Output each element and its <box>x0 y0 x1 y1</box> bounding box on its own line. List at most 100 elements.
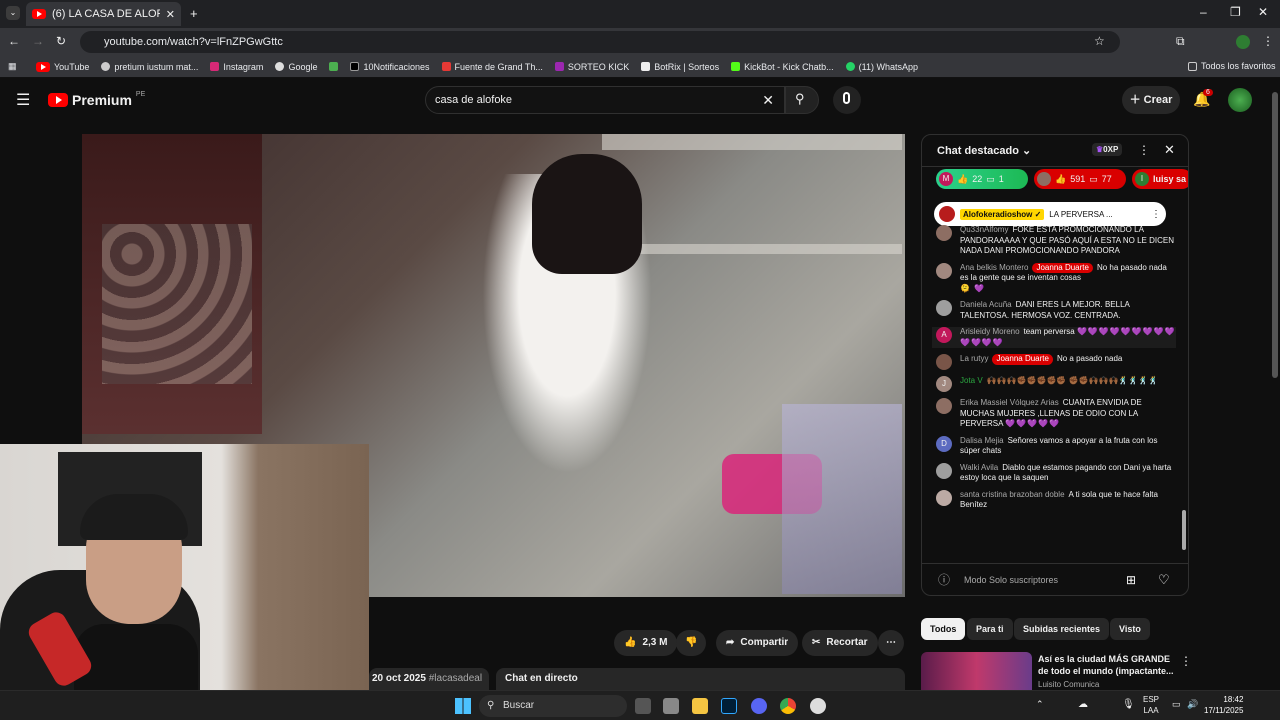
live-chat-replay[interactable]: Chat en directo <box>496 668 905 690</box>
bookmark-google[interactable]: Google <box>275 62 317 72</box>
chat-more-icon[interactable]: ⋮ <box>1138 143 1150 157</box>
window-close-icon[interactable]: ✕ <box>1258 5 1268 19</box>
chat-message[interactable]: Daniela Acuña DANI ERES LA MEJOR. BELLA T… <box>936 300 1176 321</box>
page-scrollbar[interactable] <box>1272 92 1278 378</box>
task-view-icon[interactable] <box>635 698 651 714</box>
chat-message[interactable]: santa cristina brazoban doble A ti sola q… <box>936 489 1176 511</box>
filter-chip-watched[interactable]: Visto <box>1110 618 1150 640</box>
plus-icon: ＋ <box>1129 94 1144 106</box>
chat-message[interactable]: D Dalisa Mejia Señores vamos a apoyar a la… <box>936 435 1176 457</box>
restore-icon[interactable]: ❐ <box>1230 5 1241 19</box>
photoshop-icon[interactable] <box>721 698 737 714</box>
xp-badge[interactable]: ♛0XP <box>1092 143 1123 156</box>
reload-icon[interactable]: ↻ <box>56 34 66 48</box>
chat-mode-dropdown[interactable]: Chat destacado ⌄ <box>937 144 1031 157</box>
volume-icon[interactable]: 🔊 <box>1187 699 1198 710</box>
apps-icon[interactable]: ▦ <box>8 61 17 72</box>
search-input[interactable]: casa de alofoke ✕ <box>425 86 785 114</box>
chat-scrollbar[interactable] <box>1182 510 1186 550</box>
chat-message[interactable]: J Jota V 🙌🏾🙌🏾🙌🏾✊🏾✊🏾✊🏾✊🏾✊🏾 ✊🏾✊🏾🙌🏾🙌🏾🙌🏾🕺🕺🕺🕺 <box>936 376 1176 392</box>
bookmark-pretium[interactable]: pretium iustum mat... <box>101 62 198 72</box>
bookmark-pinwheel[interactable] <box>329 62 339 71</box>
system-clock[interactable]: 18:42 17/11/2025 <box>1204 694 1243 716</box>
reply-badge[interactable]: Joanna Duarte <box>992 354 1053 365</box>
file-explorer-icon[interactable] <box>692 698 708 714</box>
chat-message-hovered[interactable]: A Arisleidy Moreno team perversa 💜💜💜💜💜💜💜💜💜… <box>932 327 1176 348</box>
discord-icon[interactable] <box>751 698 767 714</box>
recommendation-channel[interactable]: Luisito Comunica <box>1038 680 1099 689</box>
chrome-icon[interactable] <box>780 698 796 714</box>
share-button[interactable]: ➦ Compartir <box>716 630 799 656</box>
recommendation-title[interactable]: Así es la ciudad MÁS GRANDE de todo el m… <box>1038 653 1178 677</box>
taskbar-search[interactable]: ⚲ Buscar <box>479 695 627 717</box>
chat-message[interactable]: Qu33nAlfomy FOKE ESTA PROMOCIONANDO LA PA… <box>936 225 1176 257</box>
account-avatar[interactable] <box>1228 88 1252 112</box>
address-bar[interactable]: youtube.com/watch?v=lFnZPGwGttc <box>80 31 1120 53</box>
super-chat-icon[interactable]: ⊞ <box>1126 564 1136 595</box>
bookmark-whatsapp[interactable]: (11) WhatsApp <box>845 62 918 72</box>
network-icon[interactable]: ▭ <box>1172 699 1181 710</box>
browser-tab[interactable]: (6) LA CASA DE ALOFOKE 2 ✕ <box>26 2 181 26</box>
reply-badge[interactable]: Joanna Duarte <box>1032 262 1093 273</box>
microphone-icon[interactable]: 🎙 <box>1122 699 1135 710</box>
like-button[interactable]: 👍 2,3 M <box>614 630 678 656</box>
create-button[interactable]: ＋ Crear <box>1122 86 1180 114</box>
profile-avatar[interactable] <box>1236 35 1250 49</box>
bookmark-instagram[interactable]: Instagram <box>210 62 263 72</box>
filter-chip-all[interactable]: Todos <box>921 618 966 640</box>
info-icon[interactable]: ⓘ <box>938 564 950 595</box>
windows-start-icon[interactable] <box>455 698 471 714</box>
chat-message[interactable]: Erika Massiel Vólquez Arias CUANTA ENVIDI… <box>936 398 1176 430</box>
language-indicator[interactable]: ESP LAA <box>1143 694 1159 716</box>
filter-chip-recent[interactable]: Subidas recientes <box>1014 618 1110 640</box>
onedrive-icon[interactable]: ☁ <box>1078 699 1088 710</box>
chat-message[interactable]: La rutyy Joanna Duarte No a pasado nada <box>936 354 1176 370</box>
forward-icon[interactable]: → <box>32 34 44 48</box>
clip-button[interactable]: ✂ Recortar <box>802 630 878 656</box>
all-bookmarks[interactable]: Todos los favoritos <box>1188 61 1276 71</box>
chat-close-icon[interactable]: ✕ <box>1164 142 1175 158</box>
filter-chip-for-you[interactable]: Para ti <box>967 618 1013 640</box>
youtube-logo[interactable]: Premium PE <box>48 91 145 108</box>
menu-icon[interactable]: ⋮ <box>1262 34 1274 48</box>
heart-reaction-icon[interactable]: ♡ <box>1158 564 1170 595</box>
tab-list-icon[interactable]: ⌄ <box>6 6 20 20</box>
new-tab-icon[interactable]: + <box>190 6 198 21</box>
voice-search-button[interactable] <box>833 86 861 114</box>
bookmark-fuente[interactable]: Fuente de Grand Th... <box>441 62 543 72</box>
clear-search-icon[interactable]: ✕ <box>762 87 774 113</box>
avatar <box>936 398 952 414</box>
pinned-message[interactable]: Alofokeradioshow ✓ LA PERVERSA ... ⋮ <box>934 202 1166 226</box>
more-actions-button[interactable]: ⋯ <box>878 630 904 656</box>
thumbs-down-icon: 👎 <box>685 637 698 648</box>
bookmark-sorteo-kick[interactable]: SORTEO KICK <box>554 62 629 72</box>
ticker-chip[interactable]: 👍 591 ▭ 77 <box>1034 169 1126 189</box>
minimize-icon[interactable]: – <box>1200 5 1207 19</box>
video-description[interactable]: 20 oct 2025 #lacasadeal <box>369 668 489 690</box>
hashtag[interactable]: #lacasadeal <box>429 673 482 684</box>
ticker-chip[interactable]: M 👍 22 ▭ 1 <box>936 169 1028 189</box>
dislike-button[interactable]: 👎 <box>676 630 707 656</box>
recommendation-more-icon[interactable]: ⋮ <box>1180 654 1192 668</box>
search-button[interactable]: ⚲ <box>785 86 819 114</box>
clip-label: Recortar <box>826 637 868 648</box>
chat-message[interactable]: Walki Avila Diablo que estamos pagando co… <box>936 462 1176 484</box>
app-icon[interactable] <box>810 698 826 714</box>
bookmark-youtube[interactable]: YouTube <box>36 61 89 72</box>
chat-message[interactable]: Ana belkis Montero Joanna Duarte No ha pas… <box>936 262 1176 295</box>
recommendation-thumbnail[interactable] <box>921 652 1032 690</box>
bookmark-star-icon[interactable]: ☆ <box>1094 34 1105 48</box>
taskbar-search-label: Buscar <box>503 700 535 711</box>
app-icon[interactable] <box>663 698 679 714</box>
back-icon[interactable]: ← <box>8 34 20 48</box>
hamburger-menu-icon[interactable]: ☰ <box>16 90 30 110</box>
pinned-more-icon[interactable]: ⋮ <box>1151 209 1161 220</box>
bookmark-botrix[interactable]: BotRix | Sorteos <box>641 62 719 72</box>
close-tab-icon[interactable]: ✕ <box>166 8 175 21</box>
extensions-icon[interactable]: ⧉ <box>1176 34 1185 49</box>
bookmark-notificaciones[interactable]: 10Notificaciones <box>350 62 430 72</box>
message-author: Qu33nAlfomy <box>960 225 1009 234</box>
tray-chevron-icon[interactable]: ⌃ <box>1036 699 1044 710</box>
bookmark-kickbot[interactable]: KickBot - Kick Chatb... <box>731 62 834 72</box>
ticker-chip[interactable]: Iluisy sa <box>1132 169 1188 189</box>
